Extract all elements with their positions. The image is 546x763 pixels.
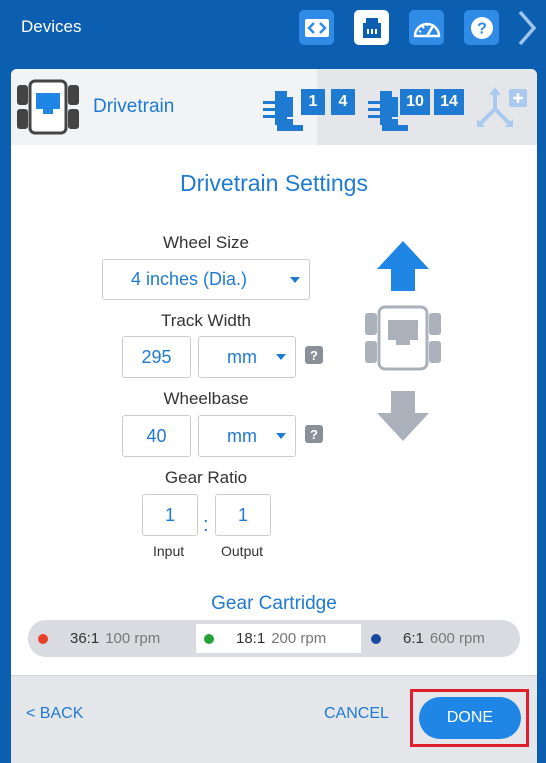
gear-ratio-input-field[interactable]: 1 [142, 494, 198, 536]
right-motor-group[interactable]: 10 14 [366, 83, 476, 133]
device-header: Drivetrain 1 4 10 14 [11, 69, 537, 145]
wheelbase-help-icon[interactable]: ? [305, 425, 323, 443]
track-width-label: Track Width [160, 311, 252, 330]
motor-icon [263, 91, 303, 131]
robot-preview-icon [365, 305, 441, 371]
wheelbase-unit-select[interactable]: mm [198, 415, 296, 457]
track-width-unit: mm [227, 346, 257, 367]
wheel-size-value: 4 inches (Dia.) [131, 269, 248, 289]
dashboard-icon [413, 22, 440, 37]
track-width-value: 295 [141, 346, 172, 367]
code-button[interactable] [299, 10, 334, 45]
track-width-help-icon[interactable]: ? [305, 346, 323, 364]
ports-icon [362, 17, 381, 38]
ratio-separator: : [203, 514, 209, 536]
wheelbase-input[interactable]: 40 [122, 415, 191, 457]
cartridge-rpm: 100 rpm [105, 630, 161, 647]
code-icon [304, 18, 329, 37]
gear-ratio-label: Gear Ratio [164, 468, 248, 487]
device-panel: Drivetrain 1 4 10 14 Drivetrain Settings… [11, 69, 537, 763]
blue-cartridge-dot [371, 633, 381, 644]
help-button[interactable]: ? [464, 10, 499, 45]
arrow-up-icon[interactable] [377, 241, 429, 291]
drivetrain-direction-art [365, 241, 441, 441]
port-badge: 14 [434, 89, 464, 115]
wheelbase-label: Wheelbase [163, 389, 249, 408]
cartridge-ratio: 18:1 [236, 630, 266, 647]
wheel-size-label: Wheel Size [163, 233, 249, 252]
cartridge-option-36-1[interactable]: 36:1 100 rpm [38, 620, 196, 657]
device-name: Drivetrain [93, 96, 175, 117]
cartridge-ratio: 6:1 [403, 630, 424, 647]
done-button[interactable]: DONE [419, 697, 521, 739]
page-title: Devices [21, 17, 82, 36]
dashboard-button[interactable] [409, 10, 444, 45]
chevron-down-icon [290, 276, 300, 283]
help-icon: ? [470, 16, 493, 39]
footer-bar: < BACK CANCEL DONE [11, 675, 537, 763]
cartridge-ratio: 36:1 [70, 630, 100, 647]
port-badge: 4 [331, 89, 355, 115]
gear-ratio-output-field[interactable]: 1 [215, 494, 271, 536]
cartridge-rpm: 600 rpm [429, 630, 485, 647]
cartridge-rpm: 200 rpm [271, 630, 327, 647]
top-bar: Devices ? [0, 0, 546, 56]
wheelbase-value: 40 [146, 425, 167, 446]
input-label: Input [153, 543, 185, 559]
port-badge: 1 [301, 89, 325, 115]
arrow-down-icon[interactable] [377, 391, 429, 441]
drivetrain-icon [17, 79, 79, 135]
gyro-add-icon[interactable] [473, 85, 529, 129]
chevron-down-icon [276, 433, 286, 439]
gear-ratio-input-value: 1 [164, 504, 175, 525]
back-button[interactable]: < BACK [26, 705, 83, 723]
gear-ratio-output-value: 1 [237, 504, 248, 525]
cancel-button[interactable]: CANCEL [324, 705, 389, 723]
track-width-unit-select[interactable]: mm [198, 336, 296, 378]
red-cartridge-dot [38, 633, 48, 644]
chevron-down-icon [276, 354, 286, 360]
svg-text:?: ? [477, 20, 487, 37]
port-badge: 10 [400, 89, 430, 115]
ports-button[interactable] [354, 10, 389, 45]
wheelbase-unit: mm [227, 425, 257, 446]
wheel-size-select[interactable]: 4 inches (Dia.) [102, 259, 310, 300]
cartridge-option-6-1[interactable]: 6:1 600 rpm [371, 620, 516, 657]
settings-title: Drivetrain Settings [180, 170, 368, 196]
gear-cartridge-title: Gear Cartridge [211, 593, 337, 614]
output-label: Output [221, 543, 264, 559]
gear-cartridge-selector: 36:1 100 rpm 18:1 200 rpm 6:1 600 rpm [28, 620, 520, 657]
left-motor-group[interactable]: 1 4 [261, 83, 371, 133]
green-cartridge-dot [204, 633, 214, 644]
track-width-input[interactable]: 295 [122, 336, 191, 378]
cartridge-option-18-1[interactable]: 18:1 200 rpm [196, 624, 361, 653]
chevron-right-icon[interactable] [514, 8, 540, 48]
